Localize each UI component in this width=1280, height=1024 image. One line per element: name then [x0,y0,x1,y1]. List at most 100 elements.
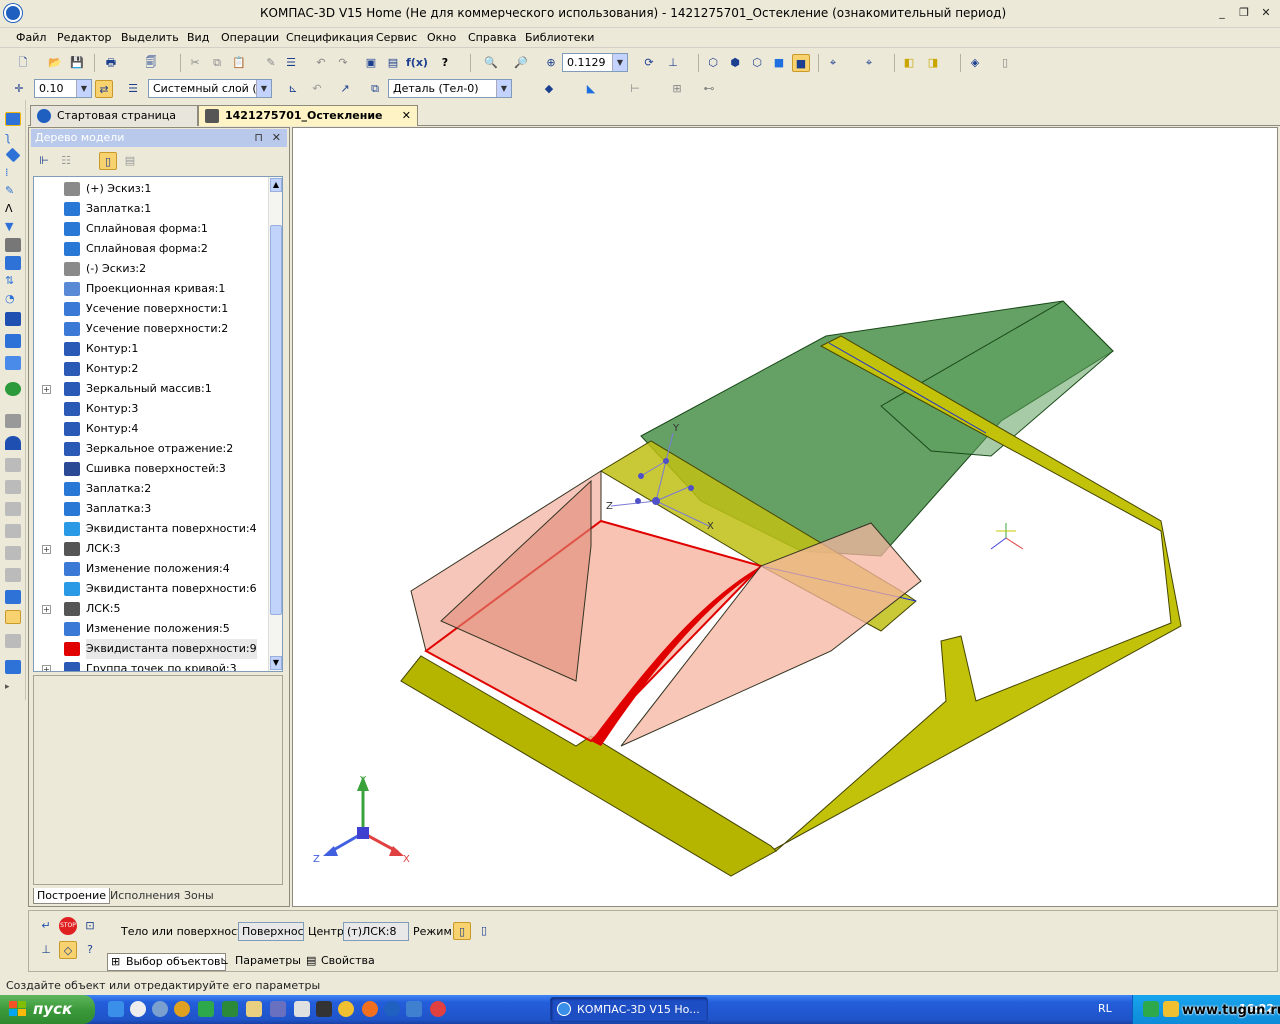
tree-list-icon[interactable]: ☷ [57,152,75,170]
hidden-lines-icon[interactable]: ⬢ [726,54,744,72]
center-field[interactable]: (т)ЛСК:8 [343,922,409,941]
arrays-icon[interactable]: ⁞ [5,166,21,180]
filter-funnel-icon[interactable]: ▼ [5,220,21,234]
notepad-icon[interactable] [246,1001,262,1017]
tree-item[interactable]: Эквидистанта поверхности:4 [34,519,272,539]
app-icon-4[interactable] [294,1001,310,1017]
library-manager-icon[interactable]: ◈ [966,54,984,72]
library-icon[interactable] [5,660,21,674]
restore-button[interactable]: ❐ [1236,6,1252,20]
app-icon-1[interactable] [198,1001,214,1017]
tab-properties[interactable]: ▤ Свойства [303,953,379,971]
tree-item[interactable]: Контур:1 [34,339,272,359]
blender-icon[interactable] [362,1001,378,1017]
chevron-down-icon[interactable]: ▼ [256,80,271,97]
menu-operations[interactable]: Операции [221,31,279,44]
tree-item[interactable]: + Группа точек по кривой:3 [34,659,272,671]
kinematic-icon[interactable] [5,356,21,370]
loft-icon[interactable] [5,382,21,396]
snap-icon[interactable]: ⌖ [860,54,878,72]
open-file-icon[interactable]: 📂 [46,54,64,72]
save-icon[interactable]: 💾 [68,54,86,72]
menu-help[interactable]: Справка [468,31,516,44]
zoom-window-icon[interactable]: 🔍 [482,54,500,72]
tab-versions[interactable]: Исполнения [107,888,183,903]
pin-icon[interactable]: ⊓ [254,129,263,147]
chevron-down-icon[interactable]: ▼ [76,80,91,97]
tree-item[interactable]: Эквидистанта поверхности:9 [34,639,272,659]
tree-item[interactable]: Контур:3 [34,399,272,419]
redo-icon[interactable]: ↷ [334,54,352,72]
filter-icon[interactable]: ⌖ [824,54,842,72]
paste-icon[interactable]: 📋 [230,54,248,72]
close-panel-icon[interactable]: ✕ [272,129,281,147]
zoom-combo[interactable]: 0.1129 ▼ [562,53,628,72]
chevron-down-icon[interactable]: ▼ [612,54,627,71]
orthogonal-icon[interactable]: ⊾ [284,80,302,98]
close-tab-icon[interactable]: ✕ [402,109,411,122]
copy-geometry-icon[interactable] [5,590,21,604]
app-icon-5[interactable] [316,1001,332,1017]
menu-libraries[interactable]: Библиотеки [525,31,594,44]
start-button[interactable]: пуск [0,995,95,1024]
scroll-up-icon[interactable]: ▲ [270,178,282,192]
tree-item[interactable]: Проекционная кривая:1 [34,279,272,299]
menu-service[interactable]: Сервис [376,31,417,44]
fillet-icon[interactable] [5,436,21,450]
close-button[interactable]: ✕ [1258,6,1274,20]
detail-combo[interactable]: Деталь (Тел-0) ▼ [388,79,512,98]
app-icon-3[interactable] [270,1001,286,1017]
help-icon[interactable]: ? [81,941,99,959]
tree-item[interactable]: Заплатка:2 [34,479,272,499]
tab-parameters[interactable]: ⊾ Параметры [217,953,305,971]
menu-view[interactable]: Вид [187,31,209,44]
tree-item[interactable]: Зеркальное отражение:2 [34,439,272,459]
more-tools-icon[interactable]: ▸ [5,682,21,696]
rss-icon[interactable] [152,1001,168,1017]
detail-icon[interactable]: ⧉ [366,80,384,98]
fit-icon[interactable]: ⊡ [81,917,99,935]
step-combo[interactable]: 0.10 ▼ [34,79,92,98]
measure-icon[interactable]: ⊢ [626,80,644,98]
chevron-down-icon[interactable]: ▼ [496,80,511,97]
hole-icon[interactable] [5,480,21,494]
app-icon-7[interactable] [406,1001,422,1017]
tree-item[interactable]: Контур:2 [34,359,272,379]
dimensions-icon[interactable]: Λ [5,202,21,216]
material-icon[interactable]: ◆ [540,80,558,98]
ie-icon[interactable] [108,1001,124,1017]
edit-part-icon[interactable] [5,112,21,126]
cut-section-icon[interactable] [5,546,21,560]
specification-icon[interactable] [5,238,21,252]
variables-icon[interactable]: ▤ [384,54,402,72]
tree-scrollbar[interactable]: ▲ ▼ [268,177,282,671]
tree-item[interactable]: Усечение поверхности:1 [34,299,272,319]
shaded-icon[interactable]: ■ [770,54,788,72]
edit-point-icon[interactable]: ↗ [336,80,354,98]
layer-combo[interactable]: Системный слой (0) ▼ [148,79,272,98]
tray-icon-2[interactable] [1163,1001,1179,1017]
tree-item[interactable]: Изменение положения:4 [34,559,272,579]
tree-structure-icon[interactable]: ⊩ [35,152,53,170]
sheet-metal-icon[interactable]: ◔ [5,292,21,306]
part-icon[interactable]: ◧ [900,54,918,72]
tree-item[interactable]: (-) Эскиз:2 [34,259,272,279]
revolve-icon[interactable] [5,334,21,348]
orientation-icon[interactable]: ⊥ [664,54,682,72]
formula-icon[interactable]: f(x) [406,54,428,72]
mass-icon[interactable]: ⊞ [668,80,686,98]
extrude-icon[interactable] [5,312,21,326]
tree-item[interactable]: Эквидистанта поверхности:6 [34,579,272,599]
tree-item[interactable]: Заплатка:1 [34,199,272,219]
reports-icon[interactable] [5,256,21,270]
mode-copy-icon[interactable]: ▯ [453,922,471,940]
print-preview-icon[interactable]: 🗐 [142,54,160,72]
menu-specification[interactable]: Спецификация [286,31,373,44]
shell-icon[interactable] [5,414,21,428]
tab-document[interactable]: 1421275701_Остекление ✕ [198,105,418,126]
tree-item[interactable]: Усечение поверхности:2 [34,319,272,339]
manager-icon[interactable]: ▣ [362,54,380,72]
menu-file[interactable]: Файл [16,31,46,44]
tree-item[interactable]: + ЛСК:5 [34,599,272,619]
rollback-icon[interactable]: ↶ [308,80,326,98]
